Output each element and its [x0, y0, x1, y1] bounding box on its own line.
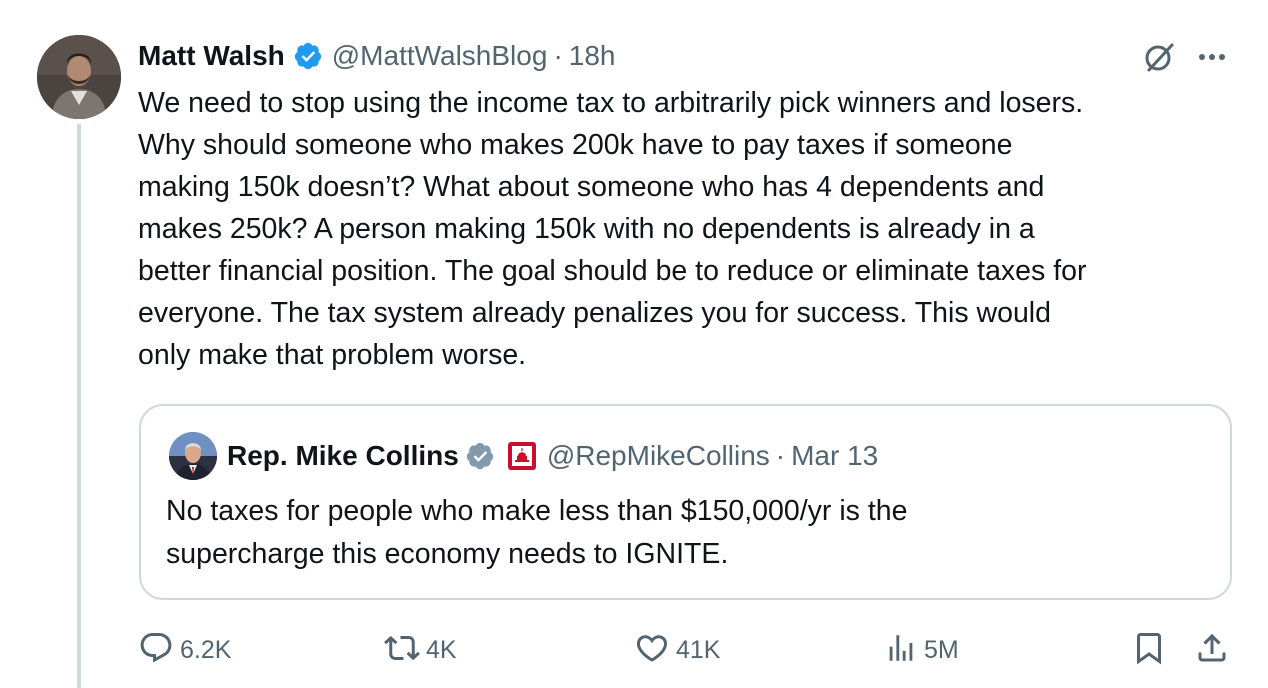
author-name[interactable]: Matt Walsh: [138, 40, 285, 72]
quote-header-separator: ·: [775, 440, 786, 471]
thread-line: [77, 124, 81, 688]
like-count: 41K: [676, 635, 721, 664]
bookmark-button[interactable]: [1131, 628, 1167, 672]
repost-button[interactable]: 4K: [384, 628, 457, 672]
us-capitol-affiliation-icon[interactable]: [507, 441, 537, 471]
tweet-timestamp[interactable]: 18h: [569, 40, 616, 72]
quote-date[interactable]: Mar 13: [791, 440, 878, 472]
reply-button[interactable]: 6.2K: [138, 628, 231, 672]
like-button[interactable]: 41K: [634, 628, 720, 672]
views-button[interactable]: 5M: [884, 628, 959, 672]
more-dots-icon[interactable]: [1195, 40, 1229, 79]
verified-badge-icon[interactable]: [293, 41, 323, 71]
reply-icon: [138, 630, 174, 671]
quote-author-handle[interactable]: @RepMikeCollins: [547, 440, 770, 472]
views-count: 5M: [924, 635, 959, 664]
repost-icon: [384, 630, 420, 671]
reply-count: 6.2K: [180, 635, 232, 664]
header-separator: ·: [553, 40, 563, 71]
tweet-text: We need to stop using the income tax to …: [138, 87, 1087, 371]
author-handle[interactable]: @MattWalshBlog: [332, 40, 548, 72]
bookmark-icon: [1131, 630, 1167, 671]
tweet-header: Matt Walsh @MattWalshBlog · 18h: [138, 36, 615, 76]
quote-header: Rep. Mike Collins @RepMikeCollins · Mar …: [227, 436, 878, 476]
grok-icon[interactable]: [1142, 40, 1176, 79]
quote-text: No taxes for people who make less than $…: [166, 495, 908, 570]
views-icon: [884, 631, 918, 670]
government-verified-badge-icon[interactable]: [465, 441, 495, 471]
quote-avatar[interactable]: [169, 432, 217, 480]
heart-icon: [634, 630, 670, 671]
share-button[interactable]: [1194, 628, 1230, 672]
share-icon: [1194, 630, 1230, 671]
avatar[interactable]: [37, 35, 121, 119]
repost-count: 4K: [426, 635, 457, 664]
quoted-tweet[interactable]: Rep. Mike Collins @RepMikeCollins · Mar …: [139, 404, 1232, 600]
quote-author-name[interactable]: Rep. Mike Collins: [227, 440, 459, 472]
